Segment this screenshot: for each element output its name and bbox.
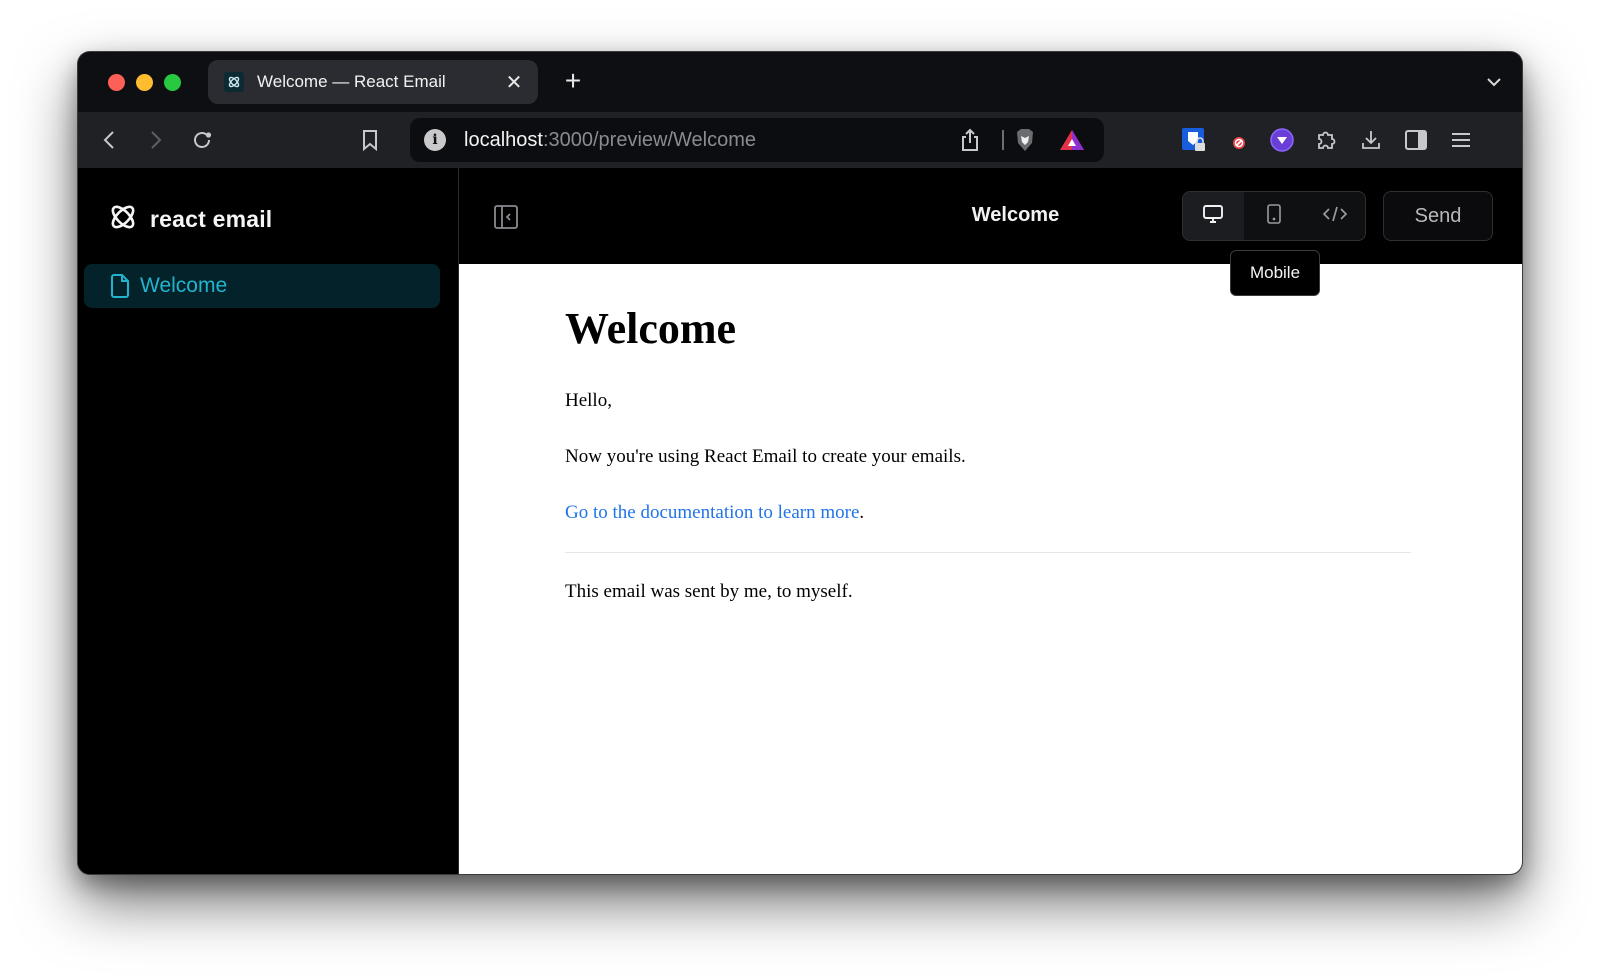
browser-toolbar: i localhost:3000/preview/Welcome — [78, 112, 1522, 168]
forward-icon[interactable] — [141, 126, 169, 154]
react-email-logo-icon — [108, 202, 138, 237]
react-email-app: react email Welcome Welcome Send Mobile … — [78, 168, 1522, 874]
site-info-icon[interactable]: i — [424, 129, 446, 151]
code-view-button[interactable] — [1304, 192, 1365, 240]
email-link-paragraph: Go to the documentation to learn more. — [565, 500, 1411, 526]
browser-window: Welcome — React Email ✕ + i localhost:30… — [78, 52, 1522, 874]
brave-shields-icon[interactable] — [1011, 126, 1039, 154]
sidebar-icon[interactable] — [1402, 126, 1430, 154]
code-icon — [1322, 204, 1348, 229]
email-paragraph: Now you're using React Email to create y… — [565, 446, 966, 467]
reload-icon[interactable] — [188, 126, 216, 154]
email-greeting: Hello, — [565, 390, 612, 411]
mobile-view-button[interactable] — [1244, 192, 1305, 240]
sidebar: react email Welcome — [78, 168, 459, 874]
divider — [1002, 130, 1004, 150]
link-suffix: . — [859, 502, 865, 523]
new-tab-button[interactable]: + — [558, 66, 588, 96]
view-mode-toggle — [1182, 191, 1366, 241]
brave-rewards-icon[interactable] — [1058, 126, 1086, 154]
url-path: :3000/preview/Welcome — [542, 129, 757, 151]
menu-icon[interactable] — [1447, 126, 1475, 154]
sidebar-item-welcome[interactable]: Welcome — [84, 264, 440, 308]
downloads-icon[interactable] — [1357, 126, 1385, 154]
close-tab-icon[interactable]: ✕ — [504, 70, 524, 95]
address-bar[interactable]: i localhost:3000/preview/Welcome — [410, 118, 1104, 162]
maximize-window-button[interactable] — [164, 74, 181, 91]
desktop-view-button[interactable] — [1183, 192, 1244, 240]
email-divider — [565, 552, 1411, 553]
documentation-link[interactable]: Go to the documentation to learn more — [565, 502, 859, 523]
minimize-window-button[interactable] — [136, 74, 153, 91]
file-icon — [110, 274, 130, 298]
bookmark-icon[interactable] — [356, 126, 384, 154]
mobile-tooltip: Mobile — [1230, 250, 1320, 296]
tab-strip: Welcome — React Email ✕ + — [78, 52, 1522, 112]
tab-title: Welcome — React Email — [257, 72, 446, 91]
monitor-icon — [1202, 203, 1224, 230]
send-button[interactable]: Send — [1383, 191, 1493, 241]
email-body: Welcome Hello, Now you're using React Em… — [565, 300, 1411, 605]
extensions-puzzle-icon[interactable] — [1312, 126, 1340, 154]
email-heading: Welcome — [565, 304, 737, 353]
back-icon[interactable] — [96, 126, 124, 154]
browser-tab[interactable]: Welcome — React Email ✕ — [208, 60, 538, 104]
react-email-favicon-icon — [224, 72, 244, 92]
preview-pane: Welcome Send Mobile Welcome Hello, Now y… — [459, 168, 1522, 874]
email-footer: This email was sent by me, to myself. — [565, 581, 853, 602]
vpn-icon[interactable] — [1268, 126, 1296, 154]
adblock-icon[interactable] — [1224, 126, 1252, 154]
tab-list-chevron-down-icon[interactable] — [1484, 72, 1504, 92]
logo-text: react email — [150, 206, 273, 232]
phone-icon — [1266, 203, 1282, 230]
logo: react email — [108, 202, 272, 237]
sidebar-item-label: Welcome — [140, 274, 228, 297]
share-icon[interactable] — [956, 126, 984, 154]
url-text[interactable]: localhost:3000/preview/Welcome — [464, 129, 756, 152]
bitwarden-icon[interactable] — [1180, 126, 1208, 154]
close-window-button[interactable] — [108, 74, 125, 91]
email-preview: Welcome Hello, Now you're using React Em… — [459, 264, 1522, 874]
preview-header: Welcome Send — [459, 168, 1522, 264]
url-host: localhost — [464, 129, 543, 151]
